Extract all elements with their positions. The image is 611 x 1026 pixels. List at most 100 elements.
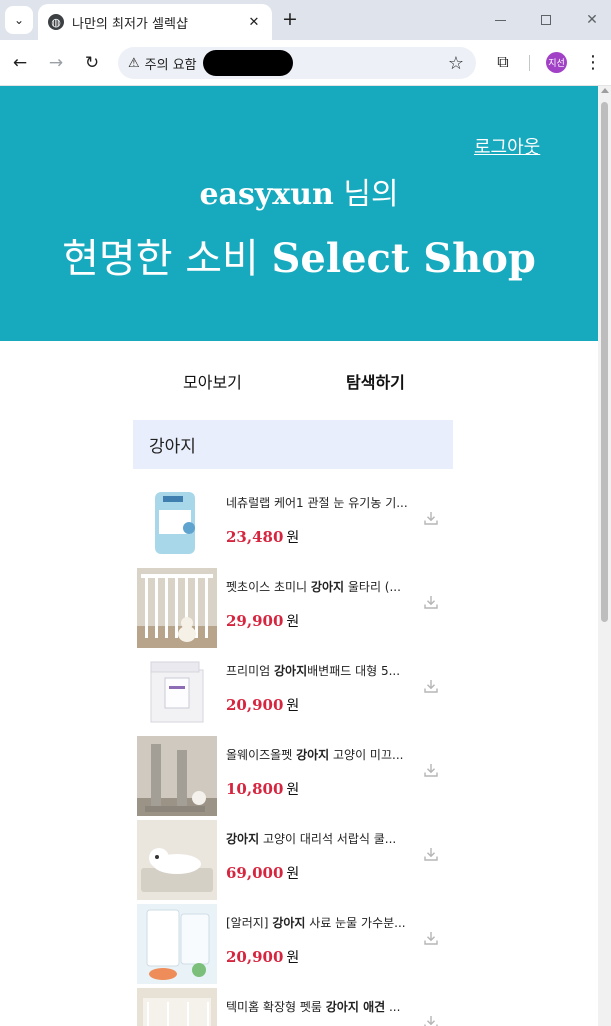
download-icon[interactable]	[423, 1014, 439, 1026]
price-unit: 원	[286, 950, 300, 966]
main-nav: 모아보기 탐색하기	[0, 369, 598, 393]
product-thumbnail[interactable]	[137, 484, 217, 564]
product-name-text: 펫초이스 초미니	[226, 580, 311, 594]
security-status[interactable]: 주의 요함	[145, 54, 197, 73]
price-value: 23,480	[226, 528, 284, 546]
product-item[interactable]: 강아지 고양이 대리석 서랍식 쿨... 69,000 원	[133, 820, 453, 904]
price-unit: 원	[286, 614, 300, 630]
price-value: 10,800	[226, 780, 284, 798]
browser-tab[interactable]: ◍ 나만의 최저가 셀렉샵 ✕	[38, 4, 272, 40]
maximize-icon	[541, 15, 551, 25]
more-menu-icon[interactable]: ⋮	[584, 52, 602, 74]
product-name[interactable]: [알러지] 강아지 사료 눈물 가수분...	[226, 914, 416, 931]
address-bar[interactable]: ⚠ 주의 요함 ☆	[118, 47, 476, 79]
download-icon[interactable]	[423, 594, 439, 610]
product-item[interactable]: 텍미홈 확장형 펫룸 강아지 애견 ...	[133, 988, 453, 1026]
product-item[interactable]: 프리미엄 강아지배변패드 대형 5... 20,900 원	[133, 652, 453, 736]
browser-toolbar: ← → ↻ ⚠ 주의 요함 ☆ ⧉ 지선 ⋮	[0, 40, 611, 86]
product-price: 10,800 원	[226, 779, 299, 799]
page-scrollbar[interactable]	[598, 86, 611, 1026]
product-item[interactable]: [알러지] 강아지 사료 눈물 가수분... 20,900 원	[133, 904, 453, 988]
download-icon[interactable]	[423, 510, 439, 526]
product-name-keyword: 강아지	[273, 664, 308, 678]
price-value: 29,900	[226, 612, 284, 630]
logout-link[interactable]: 로그아웃	[474, 133, 540, 159]
product-price: 20,900 원	[226, 695, 299, 715]
page-viewport: 로그아웃 easyxun 님의 현명한 소비 Select Shop 모아보기 …	[0, 86, 598, 1026]
hero-banner: 로그아웃 easyxun 님의 현명한 소비 Select Shop	[0, 86, 598, 341]
product-name-keyword: 강아지	[272, 916, 306, 930]
product-name-text: 울타리 (...	[344, 580, 401, 594]
warning-icon: ⚠	[128, 55, 140, 71]
toolbar-divider	[529, 55, 530, 71]
close-tab-icon[interactable]: ✕	[244, 12, 264, 32]
product-name[interactable]: 펫초이스 초미니 강아지 울타리 (...	[226, 578, 416, 595]
minimize-button[interactable]	[488, 8, 512, 32]
product-name[interactable]: 강아지 고양이 대리석 서랍식 쿨...	[226, 830, 416, 847]
tab-collect[interactable]: 모아보기	[183, 369, 242, 393]
product-price: 29,900 원	[226, 611, 299, 631]
title-en: Select Shop	[271, 235, 536, 282]
extensions-icon[interactable]: ⧉	[492, 52, 514, 74]
product-name-keyword: 강아지	[310, 580, 345, 594]
scroll-up-arrow-icon[interactable]	[601, 88, 609, 93]
new-tab-button[interactable]: +	[279, 9, 301, 31]
price-value: 69,000	[226, 864, 284, 882]
product-thumbnail[interactable]	[137, 736, 217, 816]
tab-title: 나만의 최저가 셀렉샵	[72, 16, 188, 32]
product-price: 69,000 원	[226, 863, 299, 883]
price-value: 20,900	[226, 948, 284, 966]
reload-icon: ↻	[84, 53, 100, 73]
price-value: 20,900	[226, 696, 284, 714]
product-name-text: [알러지]	[226, 916, 273, 930]
profile-avatar[interactable]: 지선	[546, 52, 567, 73]
bookmark-star-icon[interactable]: ☆	[448, 53, 464, 74]
hero-greeting: easyxun 님의	[0, 169, 598, 213]
scrollbar-thumb[interactable]	[601, 102, 608, 622]
product-thumbnail[interactable]	[137, 652, 217, 732]
tab-explore[interactable]: 탐색하기	[346, 369, 405, 393]
close-window-button[interactable]: ✕	[580, 8, 604, 32]
product-name-keyword: 강아지	[226, 832, 260, 846]
arrow-left-icon: ←	[12, 53, 28, 73]
product-thumbnail[interactable]	[137, 904, 217, 984]
product-item[interactable]: 올웨이즈올펫 강아지 고양이 미끄... 10,800 원	[133, 736, 453, 820]
product-name[interactable]: 프리미엄 강아지배변패드 대형 5...	[226, 662, 416, 679]
browser-tabstrip: ⌄ ◍ 나만의 최저가 셀렉샵 ✕ + ✕	[0, 0, 611, 40]
maximize-button[interactable]	[534, 8, 558, 32]
product-thumbnail[interactable]	[137, 988, 217, 1026]
product-name[interactable]: 네츄럴랩 케어1 관절 눈 유기농 기...	[226, 494, 416, 511]
username: easyxun	[199, 177, 334, 212]
product-name-text: 텍미홈 확장형 펫룸	[226, 1000, 326, 1014]
download-icon[interactable]	[423, 930, 439, 946]
product-name[interactable]: 올웨이즈올펫 강아지 고양이 미끄...	[226, 746, 416, 763]
product-name-text: 고양이 미끄...	[329, 748, 404, 762]
product-thumbnail[interactable]	[137, 568, 217, 648]
product-name[interactable]: 텍미홈 확장형 펫룸 강아지 애견 ...	[226, 998, 416, 1015]
url-redaction	[203, 50, 293, 76]
reload-button[interactable]: ↻	[80, 51, 104, 75]
product-name-text: 네츄럴랩 케어1 관절 눈 유기농 기...	[226, 496, 408, 510]
price-unit: 원	[286, 866, 300, 882]
back-button[interactable]: ←	[8, 51, 32, 75]
product-name-text: 올웨이즈올펫	[226, 748, 297, 762]
product-name-text: 프리미엄	[226, 664, 274, 678]
tab-search-button[interactable]: ⌄	[5, 6, 33, 34]
download-icon[interactable]	[423, 762, 439, 778]
download-icon[interactable]	[423, 678, 439, 694]
price-unit: 원	[286, 530, 300, 546]
product-item[interactable]: 펫초이스 초미니 강아지 울타리 (... 29,900 원	[133, 568, 453, 652]
title-ko: 현명한 소비	[62, 236, 259, 282]
arrow-right-icon: →	[48, 53, 64, 73]
product-name-text: 사료 눈물 가수분...	[305, 916, 406, 930]
product-name-keyword: 강아지	[296, 748, 330, 762]
forward-button[interactable]: →	[44, 51, 68, 75]
product-thumbnail[interactable]	[137, 820, 217, 900]
minimize-icon	[494, 19, 506, 21]
search-keyword[interactable]: 강아지	[133, 420, 453, 469]
download-icon[interactable]	[423, 846, 439, 862]
price-unit: 원	[286, 698, 300, 714]
product-item[interactable]: 네츄럴랩 케어1 관절 눈 유기농 기... 23,480 원	[133, 484, 453, 568]
product-name-text: ...	[385, 1000, 401, 1014]
product-name-text: 배변패드 대형 5...	[307, 664, 401, 678]
